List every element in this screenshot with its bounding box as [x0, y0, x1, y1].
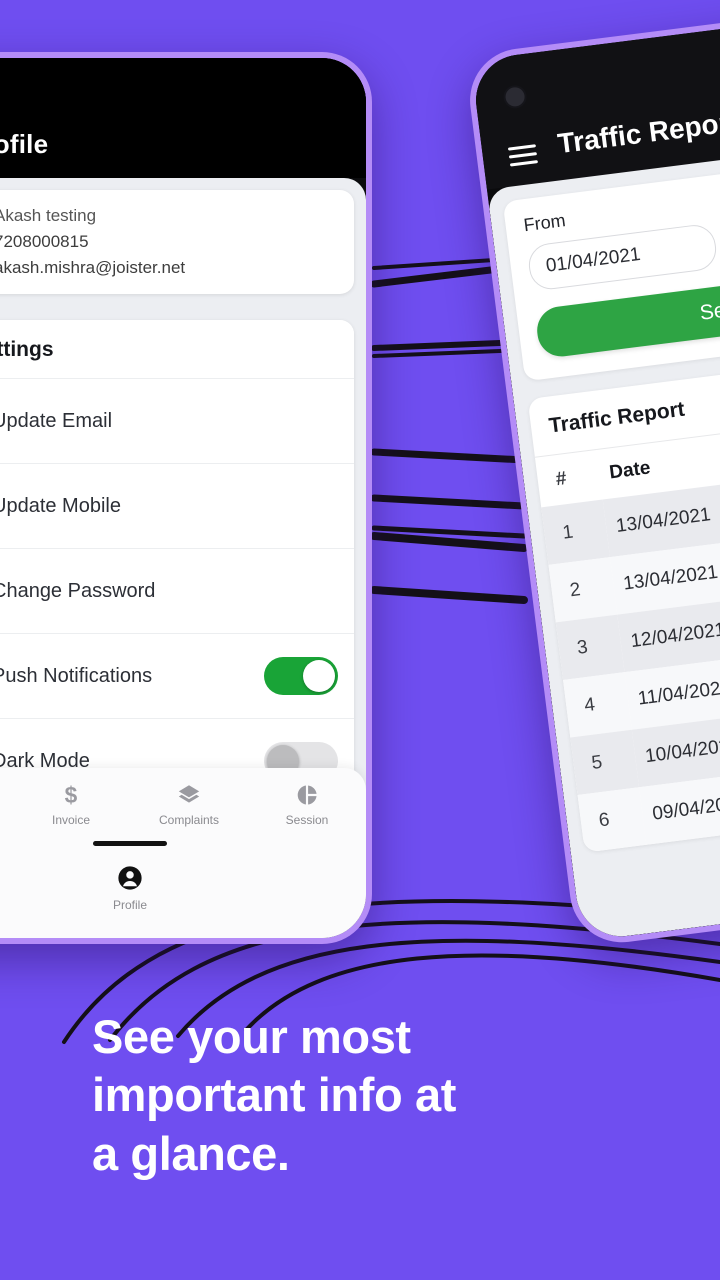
column-header-index: #	[534, 449, 603, 508]
user-phone: 7208000815	[0, 232, 89, 251]
promo-screenshot: My Profile Akash testing 7208000815	[0, 0, 720, 1280]
page-title: My Profile	[0, 129, 49, 159]
settings-item-label: Change Password	[0, 579, 156, 602]
page-title: Traffic Report	[555, 105, 720, 160]
cell-index: 5	[570, 729, 640, 796]
nav-item-profile[interactable]: Profile	[0, 841, 366, 912]
toggle-knob	[303, 660, 335, 692]
app-bar: My Profile	[0, 58, 366, 178]
phone-right-traffic-report: Traffic Report From 01/04/2021 To 13/04/…	[463, 0, 720, 949]
nav-item-label: Session	[285, 813, 329, 827]
phone-frame: Traffic Report From 01/04/2021 To 13/04/…	[470, 3, 720, 942]
settings-item-label: Push Notifications	[0, 664, 153, 687]
nav-item-home[interactable]: Home	[0, 782, 12, 827]
traffic-report-screen: Traffic Report From 01/04/2021 To 13/04/…	[470, 3, 720, 942]
camera-punch-hole	[502, 84, 528, 110]
active-tab-indicator	[93, 841, 167, 846]
traffic-report-content: From 01/04/2021 To 13/04/2021 Search Tra…	[486, 132, 720, 942]
cell-index: 4	[563, 672, 632, 738]
from-date-group: From 01/04/2021	[522, 192, 719, 292]
svg-text:$: $	[65, 782, 78, 808]
account-circle-icon	[118, 866, 142, 890]
app-settings-card: App Settings Update Email	[0, 320, 354, 803]
phone-frame: My Profile Akash testing 7208000815	[0, 58, 366, 938]
hamburger-menu-icon[interactable]	[507, 144, 539, 167]
headline-line-3: a glance.	[92, 1126, 290, 1180]
traffic-report-table: # Date Download 1 13/04/2021 11.35 GB	[534, 403, 720, 853]
cell-index: 6	[577, 787, 647, 853]
cell-index: 2	[548, 557, 618, 623]
bottom-nav-row: Home $ Invoice	[0, 768, 366, 827]
table-body: 1 13/04/2021 11.35 GB 2 13/04/2021 3.36 …	[541, 453, 720, 853]
settings-item-label: Update Email	[0, 409, 113, 432]
bottom-navigation: Home $ Invoice	[0, 768, 366, 938]
settings-item-update-mobile[interactable]: Update Mobile	[0, 463, 354, 548]
date-filter-card: From 01/04/2021 To 13/04/2021 Search	[502, 147, 720, 382]
cell-index: 3	[555, 614, 625, 680]
my-profile-screen: My Profile Akash testing 7208000815	[0, 58, 366, 938]
headline-line-2: important info at	[92, 1068, 456, 1122]
promo-headline: See your most important info at a glance…	[92, 1008, 652, 1183]
nav-item-complaints[interactable]: Complaints	[130, 782, 248, 827]
settings-item-update-email[interactable]: Update Email	[0, 378, 354, 463]
nav-item-label: Complaints	[158, 813, 220, 827]
push-notifications-toggle[interactable]	[264, 657, 338, 695]
settings-item-change-password[interactable]: Change Password	[0, 548, 354, 633]
date-filter-row: From 01/04/2021 To 13/04/2021	[522, 166, 720, 292]
user-name: Akash testing	[0, 206, 97, 225]
dollar-icon: $	[65, 782, 78, 808]
nav-item-invoice[interactable]: $ Invoice	[12, 782, 130, 827]
app-settings-header: App Settings	[0, 320, 354, 378]
settings-item-label: Update Mobile	[0, 494, 121, 517]
user-details: Akash testing 7208000815 akash.mishra@jo…	[0, 206, 185, 278]
nav-item-label: Invoice	[51, 813, 91, 827]
profile-content: Akash testing 7208000815 akash.mishra@jo…	[0, 178, 366, 938]
settings-item-push-notifications[interactable]: Push Notifications	[0, 633, 354, 718]
user-email: akash.mishra@joister.net	[0, 258, 186, 277]
phone-left-my-profile: My Profile Akash testing 7208000815	[0, 52, 372, 944]
layers-icon	[178, 785, 200, 803]
nav-item-label: Profile	[112, 898, 147, 912]
headline-line-1: See your most	[92, 1010, 411, 1063]
pie-chart-icon	[297, 785, 317, 805]
cell-index: 1	[541, 499, 610, 565]
from-date-input[interactable]: 01/04/2021	[526, 222, 719, 292]
user-info-card[interactable]: Akash testing 7208000815 akash.mishra@jo…	[0, 190, 354, 294]
nav-item-session[interactable]: Session	[248, 782, 366, 827]
